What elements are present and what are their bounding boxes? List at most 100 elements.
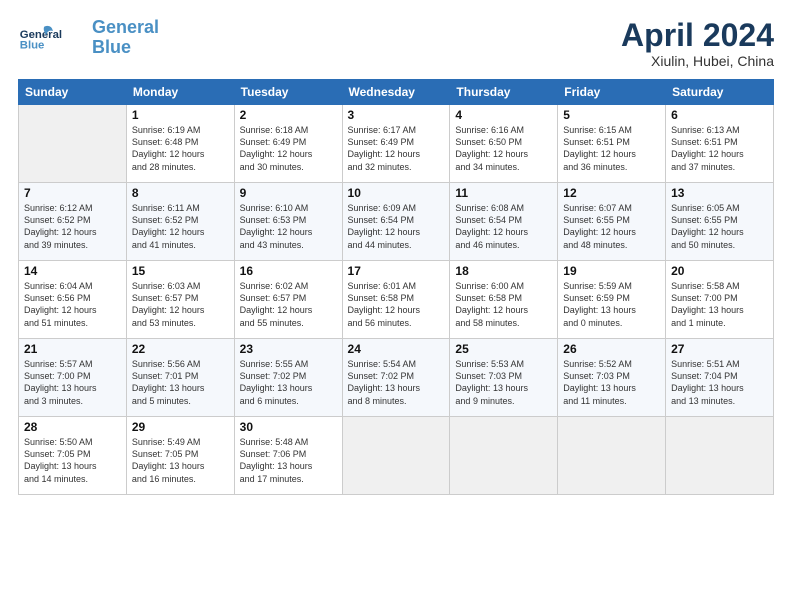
cell-info: Sunrise: 5:53 AM Sunset: 7:03 PM Dayligh… [455, 358, 552, 407]
day-number: 25 [455, 342, 552, 356]
calendar-cell: 1Sunrise: 6:19 AM Sunset: 6:48 PM Daylig… [126, 105, 234, 183]
svg-text:Blue: Blue [20, 39, 45, 51]
day-number: 29 [132, 420, 229, 434]
calendar-cell: 23 Sunrise: 5:55 AM Sunset: 7:02 PM Dayli… [234, 339, 342, 417]
calendar-week-row: 14 Sunrise: 6:04 AM Sunset: 6:56 PM Dayli… [19, 261, 774, 339]
day-number: 22 [132, 342, 229, 356]
calendar-cell: 13 Sunrise: 6:05 AM Sunset: 6:55 PM Dayli… [666, 183, 774, 261]
logo: General Blue General Blue [18, 18, 159, 58]
cell-info: Sunrise: 6:13 AM Sunset: 6:51 PM Dayligh… [671, 124, 768, 173]
page-container: General Blue General Blue April 2024 Xiu… [0, 0, 792, 505]
calendar-cell: 28Sunrise: 5:50 AM Sunset: 7:05 PM Dayli… [19, 417, 127, 495]
day-number: 7 [24, 186, 121, 200]
calendar-week-row: 28Sunrise: 5:50 AM Sunset: 7:05 PM Dayli… [19, 417, 774, 495]
weekday-header-tuesday: Tuesday [234, 80, 342, 105]
cell-info: Sunrise: 5:49 AM Sunset: 7:05 PM Dayligh… [132, 436, 229, 485]
cell-info: Sunrise: 6:17 AM Sunset: 6:49 PM Dayligh… [348, 124, 445, 173]
logo-icon: General Blue [18, 22, 88, 54]
header: General Blue General Blue April 2024 Xiu… [18, 18, 774, 69]
day-number: 18 [455, 264, 552, 278]
calendar-table: SundayMondayTuesdayWednesdayThursdayFrid… [18, 79, 774, 495]
cell-info: Sunrise: 5:58 AM Sunset: 7:00 PM Dayligh… [671, 280, 768, 329]
day-number: 1 [132, 108, 229, 122]
day-number: 28 [24, 420, 121, 434]
calendar-cell: 4 Sunrise: 6:16 AM Sunset: 6:50 PM Daylig… [450, 105, 558, 183]
cell-info: Sunrise: 6:04 AM Sunset: 6:56 PM Dayligh… [24, 280, 121, 329]
day-number: 17 [348, 264, 445, 278]
day-number: 6 [671, 108, 768, 122]
day-number: 21 [24, 342, 121, 356]
logo-text: General Blue [92, 18, 159, 58]
calendar-cell: 29 Sunrise: 5:49 AM Sunset: 7:05 PM Dayli… [126, 417, 234, 495]
cell-info: Sunrise: 5:55 AM Sunset: 7:02 PM Dayligh… [240, 358, 337, 407]
calendar-cell: 20 Sunrise: 5:58 AM Sunset: 7:00 PM Dayli… [666, 261, 774, 339]
cell-info: Sunrise: 6:12 AM Sunset: 6:52 PM Dayligh… [24, 202, 121, 251]
cell-info: Sunrise: 6:02 AM Sunset: 6:57 PM Dayligh… [240, 280, 337, 329]
day-number: 24 [348, 342, 445, 356]
cell-info: Sunrise: 6:03 AM Sunset: 6:57 PM Dayligh… [132, 280, 229, 329]
calendar-cell: 8Sunrise: 6:11 AM Sunset: 6:52 PM Daylig… [126, 183, 234, 261]
calendar-cell [342, 417, 450, 495]
day-number: 19 [563, 264, 660, 278]
calendar-cell: 25 Sunrise: 5:53 AM Sunset: 7:03 PM Dayli… [450, 339, 558, 417]
calendar-cell [450, 417, 558, 495]
day-number: 13 [671, 186, 768, 200]
calendar-cell: 6 Sunrise: 6:13 AM Sunset: 6:51 PM Daylig… [666, 105, 774, 183]
cell-info: Sunrise: 5:52 AM Sunset: 7:03 PM Dayligh… [563, 358, 660, 407]
calendar-cell: 18 Sunrise: 6:00 AM Sunset: 6:58 PM Dayli… [450, 261, 558, 339]
day-number: 14 [24, 264, 121, 278]
weekday-header-friday: Friday [558, 80, 666, 105]
weekday-header-wednesday: Wednesday [342, 80, 450, 105]
day-number: 27 [671, 342, 768, 356]
calendar-cell: 14 Sunrise: 6:04 AM Sunset: 6:56 PM Dayli… [19, 261, 127, 339]
day-number: 15 [132, 264, 229, 278]
day-number: 30 [240, 420, 337, 434]
weekday-header-monday: Monday [126, 80, 234, 105]
calendar-cell: 16 Sunrise: 6:02 AM Sunset: 6:57 PM Dayli… [234, 261, 342, 339]
day-number: 12 [563, 186, 660, 200]
cell-info: Sunrise: 6:11 AM Sunset: 6:52 PM Dayligh… [132, 202, 229, 251]
day-number: 4 [455, 108, 552, 122]
cell-info: Sunrise: 6:18 AM Sunset: 6:49 PM Dayligh… [240, 124, 337, 173]
weekday-header-sunday: Sunday [19, 80, 127, 105]
weekday-header-thursday: Thursday [450, 80, 558, 105]
cell-info: Sunrise: 6:07 AM Sunset: 6:55 PM Dayligh… [563, 202, 660, 251]
cell-info: Sunrise: 5:56 AM Sunset: 7:01 PM Dayligh… [132, 358, 229, 407]
cell-info: Sunrise: 5:57 AM Sunset: 7:00 PM Dayligh… [24, 358, 121, 407]
calendar-cell: 17 Sunrise: 6:01 AM Sunset: 6:58 PM Dayli… [342, 261, 450, 339]
day-number: 3 [348, 108, 445, 122]
calendar-cell: 15 Sunrise: 6:03 AM Sunset: 6:57 PM Dayli… [126, 261, 234, 339]
calendar-cell: 21 Sunrise: 5:57 AM Sunset: 7:00 PM Dayli… [19, 339, 127, 417]
calendar-cell: 7 Sunrise: 6:12 AM Sunset: 6:52 PM Daylig… [19, 183, 127, 261]
cell-info: Sunrise: 5:59 AM Sunset: 6:59 PM Dayligh… [563, 280, 660, 329]
calendar-cell: 2 Sunrise: 6:18 AM Sunset: 6:49 PM Daylig… [234, 105, 342, 183]
calendar-week-row: 7 Sunrise: 6:12 AM Sunset: 6:52 PM Daylig… [19, 183, 774, 261]
day-number: 16 [240, 264, 337, 278]
cell-info: Sunrise: 6:10 AM Sunset: 6:53 PM Dayligh… [240, 202, 337, 251]
day-number: 26 [563, 342, 660, 356]
weekday-header-saturday: Saturday [666, 80, 774, 105]
calendar-cell: 27 Sunrise: 5:51 AM Sunset: 7:04 PM Dayli… [666, 339, 774, 417]
cell-info: Sunrise: 6:05 AM Sunset: 6:55 PM Dayligh… [671, 202, 768, 251]
calendar-week-row: 21 Sunrise: 5:57 AM Sunset: 7:00 PM Dayli… [19, 339, 774, 417]
logo-line2: Blue [92, 37, 131, 57]
calendar-cell: 30 Sunrise: 5:48 AM Sunset: 7:06 PM Dayli… [234, 417, 342, 495]
day-number: 20 [671, 264, 768, 278]
calendar-cell [19, 105, 127, 183]
day-number: 11 [455, 186, 552, 200]
cell-info: Sunrise: 5:48 AM Sunset: 7:06 PM Dayligh… [240, 436, 337, 485]
day-number: 23 [240, 342, 337, 356]
calendar-cell: 5Sunrise: 6:15 AM Sunset: 6:51 PM Daylig… [558, 105, 666, 183]
cell-info: Sunrise: 6:00 AM Sunset: 6:58 PM Dayligh… [455, 280, 552, 329]
calendar-cell: 26 Sunrise: 5:52 AM Sunset: 7:03 PM Dayli… [558, 339, 666, 417]
calendar-cell: 11 Sunrise: 6:08 AM Sunset: 6:54 PM Dayli… [450, 183, 558, 261]
cell-info: Sunrise: 6:08 AM Sunset: 6:54 PM Dayligh… [455, 202, 552, 251]
day-number: 2 [240, 108, 337, 122]
cell-info: Sunrise: 6:01 AM Sunset: 6:58 PM Dayligh… [348, 280, 445, 329]
cell-info: Sunrise: 5:51 AM Sunset: 7:04 PM Dayligh… [671, 358, 768, 407]
weekday-header-row: SundayMondayTuesdayWednesdayThursdayFrid… [19, 80, 774, 105]
cell-info: Sunrise: 6:16 AM Sunset: 6:50 PM Dayligh… [455, 124, 552, 173]
calendar-cell: 10Sunrise: 6:09 AM Sunset: 6:54 PM Dayli… [342, 183, 450, 261]
logo-line1: General [92, 17, 159, 37]
day-number: 5 [563, 108, 660, 122]
